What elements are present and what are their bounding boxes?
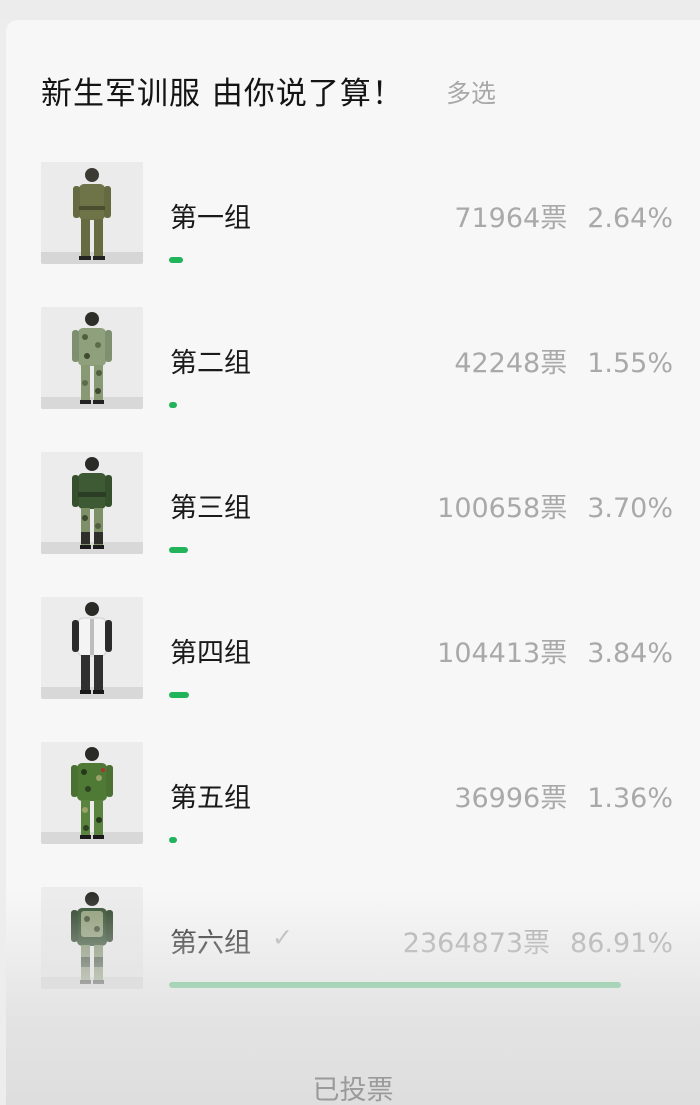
poll-option-1[interactable]: 第一组 71964票 2.64%: [6, 162, 700, 272]
option-percent: 3.70%: [587, 493, 673, 524]
option-votes: 104413票: [437, 638, 568, 669]
option-stats: 42248票 1.55%: [454, 341, 673, 380]
vote-status-button[interactable]: 已投票: [6, 1068, 700, 1105]
poll-card: 新生军训服 由你说了算！ 多选 第一组 71964票 2.64% 第二组 422…: [6, 20, 700, 1105]
option-stats: 36996票 1.36%: [454, 776, 673, 815]
poll-option-6[interactable]: 第六组 ✓ 2364873票 86.91%: [6, 887, 700, 997]
option-votes: 100658票: [437, 493, 568, 524]
option-percent: 86.91%: [570, 928, 673, 959]
option-stats: 2364873票 86.91%: [403, 921, 673, 960]
option-percent: 1.36%: [587, 783, 673, 814]
option-label: 第四组: [170, 638, 251, 669]
option-votes: 2364873票: [402, 928, 551, 959]
option-votes: 71964票: [454, 203, 568, 234]
option-stats: 100658票 3.70%: [437, 486, 673, 525]
option-label: 第五组: [170, 783, 251, 814]
option-image: [41, 742, 143, 844]
option-label: 第二组: [170, 348, 251, 379]
poll-option-5[interactable]: 第五组 36996票 1.36%: [6, 742, 700, 852]
option-label: 第一组: [170, 203, 251, 234]
checkmark-icon: ✓: [272, 923, 293, 952]
option-progress-bar: [169, 837, 177, 843]
option-stats: 104413票 3.84%: [437, 631, 673, 670]
option-label: 第六组: [170, 928, 251, 959]
poll-option-4[interactable]: 第四组 104413票 3.84%: [6, 597, 700, 707]
option-stats: 71964票 2.64%: [454, 196, 673, 235]
option-progress-bar: [169, 547, 188, 553]
option-label: 第三组: [170, 493, 251, 524]
option-progress-bar: [169, 692, 189, 698]
option-percent: 1.55%: [587, 348, 673, 379]
option-image: [41, 307, 143, 409]
option-progress-bar: [169, 402, 177, 408]
poll-title: 新生军训服 由你说了算！: [41, 76, 404, 112]
option-image: [41, 887, 143, 989]
poll-mode-label: 多选: [446, 79, 497, 108]
option-percent: 2.64%: [587, 203, 673, 234]
option-progress-bar: [169, 982, 621, 988]
poll-option-2[interactable]: 第二组 42248票 1.55%: [6, 307, 700, 417]
option-votes: 36996票: [454, 783, 568, 814]
option-votes: 42248票: [454, 348, 568, 379]
option-image: [41, 597, 143, 699]
top-strip: [0, 0, 700, 20]
poll-option-3[interactable]: 第三组 100658票 3.70%: [6, 452, 700, 562]
option-progress-bar: [169, 257, 183, 263]
option-image: [41, 452, 143, 554]
option-image: [41, 162, 143, 264]
option-percent: 3.84%: [587, 638, 673, 669]
